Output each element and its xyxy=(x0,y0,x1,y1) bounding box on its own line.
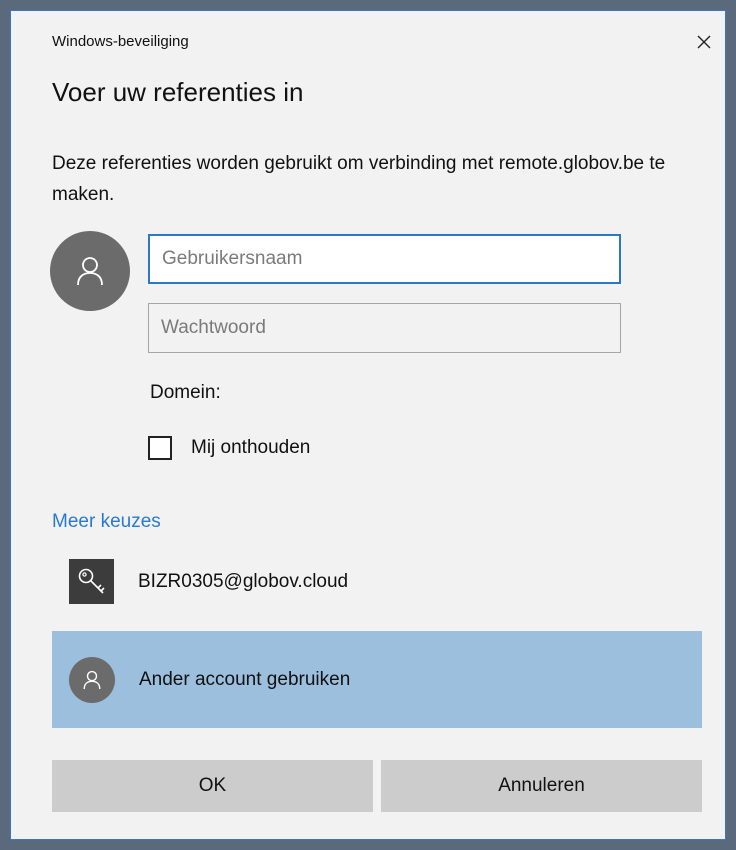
user-avatar xyxy=(50,231,130,311)
window-title: Windows-beveiliging xyxy=(52,33,189,50)
remember-me-option[interactable]: Mij onthouden xyxy=(148,436,310,460)
remember-me-label: Mij onthouden xyxy=(191,437,311,458)
close-button[interactable] xyxy=(691,29,717,55)
key-icon xyxy=(78,568,105,594)
account-option-other[interactable]: Ander account gebruiken xyxy=(52,631,702,728)
remember-me-checkbox[interactable] xyxy=(148,436,172,460)
account-label: Ander account gebruiken xyxy=(139,668,351,690)
password-input[interactable] xyxy=(148,303,621,353)
key-tile xyxy=(69,559,114,604)
account-label: BIZR0305@globov.cloud xyxy=(138,570,349,592)
username-input[interactable] xyxy=(148,234,621,284)
user-avatar-small xyxy=(69,656,115,703)
cancel-button[interactable]: Annuleren xyxy=(381,760,702,812)
close-icon xyxy=(697,35,711,49)
domain-label: Domein: xyxy=(150,382,221,403)
user-icon xyxy=(77,257,103,286)
dialog-description: Deze referenties worden gebruikt om verb… xyxy=(52,153,666,205)
user-icon xyxy=(83,670,101,689)
dialog-heading: Voer uw referenties in xyxy=(52,77,304,107)
ok-button[interactable]: OK xyxy=(52,760,373,812)
credentials-dialog: Windows-beveiliging Voer uw referenties … xyxy=(10,10,726,840)
more-choices-link[interactable]: Meer keuzes xyxy=(52,511,161,533)
account-option-bizr0305[interactable]: BIZR0305@globov.cloud xyxy=(52,533,702,630)
